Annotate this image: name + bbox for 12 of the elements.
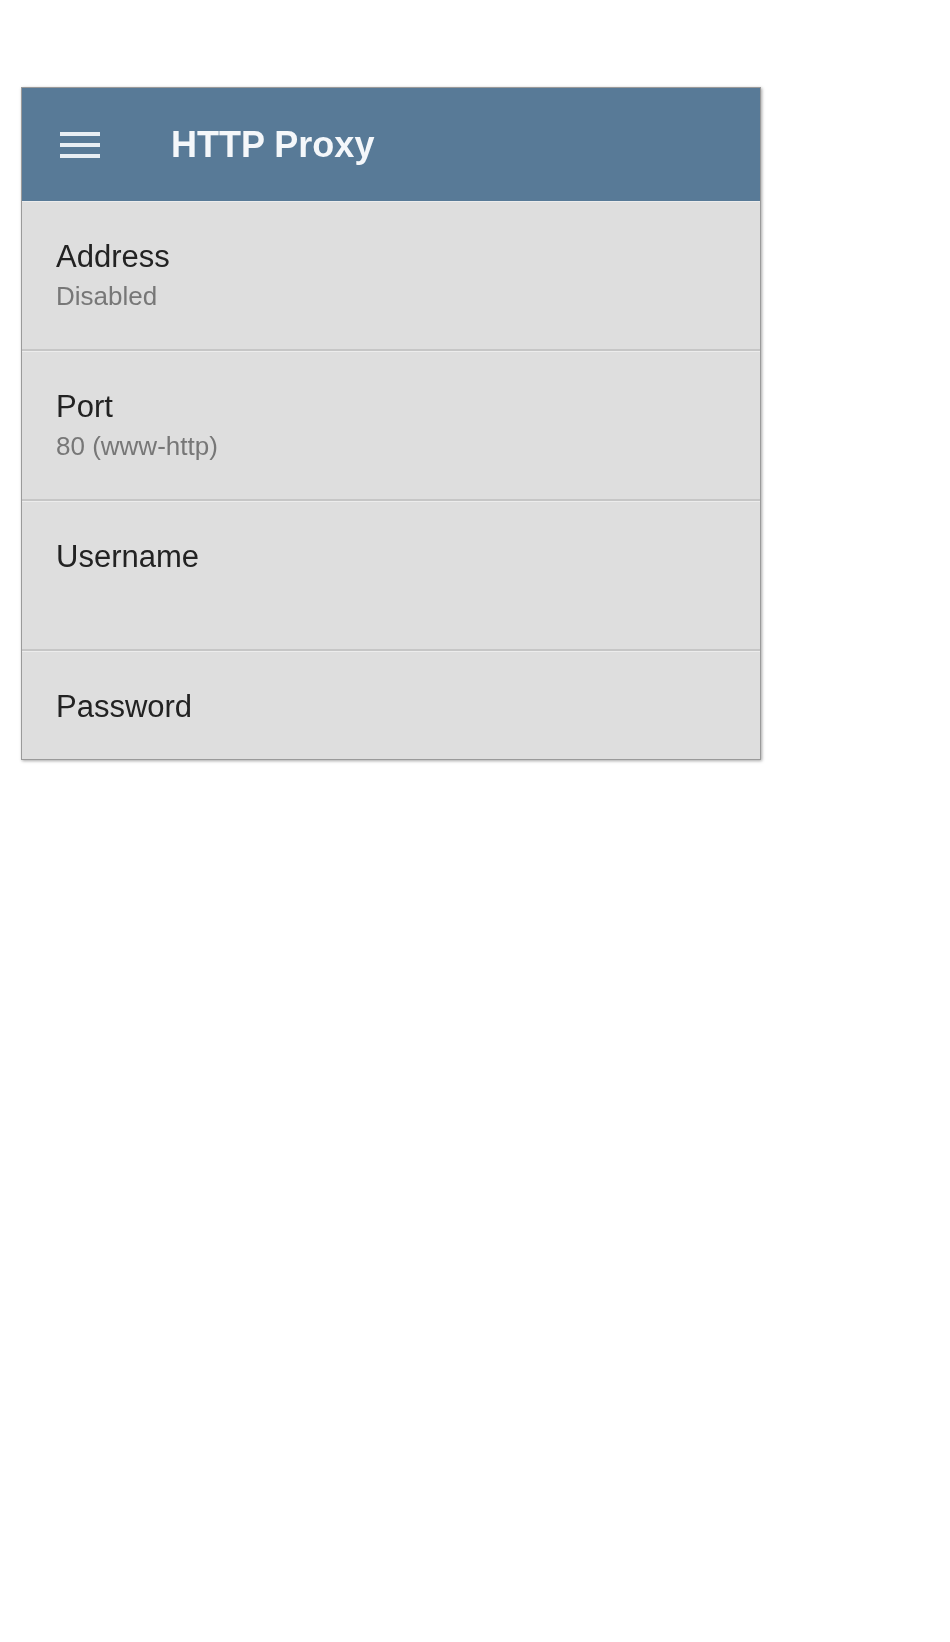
setting-label: Port: [56, 388, 113, 426]
app-bar-title: HTTP Proxy: [171, 122, 375, 167]
setting-item[interactable]: Username: [22, 501, 760, 651]
setting-item[interactable]: Password: [22, 651, 760, 759]
setting-label: Username: [56, 538, 199, 576]
setting-item[interactable]: Port 80 (www-http): [22, 351, 760, 501]
setting-label: Password: [56, 688, 193, 726]
setting-value: 80 (www-http): [56, 431, 218, 463]
setting-item[interactable]: Address Disabled: [22, 201, 760, 351]
setting-value: Disabled: [56, 281, 158, 313]
menu-icon[interactable]: [60, 131, 100, 158]
setting-label: Address: [56, 238, 170, 276]
